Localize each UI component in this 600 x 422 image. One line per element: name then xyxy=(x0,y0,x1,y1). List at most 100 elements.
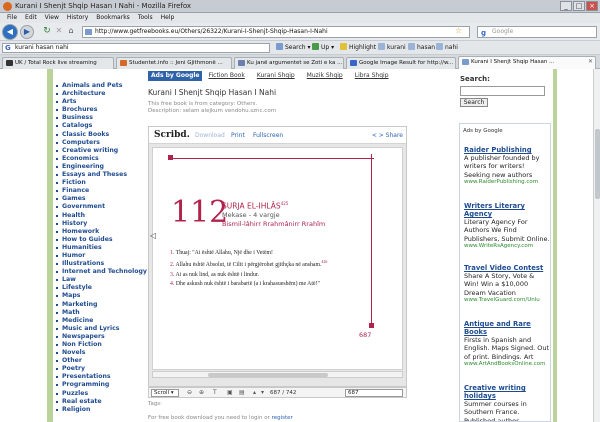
zoom-in-icon[interactable]: ⊕ xyxy=(199,389,204,396)
category-link[interactable]: Illustrations xyxy=(55,260,145,268)
category-link[interactable]: Games xyxy=(55,195,145,203)
view-mode-select[interactable]: Scroll ▾ xyxy=(151,389,179,397)
page-vertical-scrollbar[interactable] xyxy=(593,69,600,422)
category-link[interactable]: Programming xyxy=(55,381,145,389)
browser-search-input[interactable]: g Google xyxy=(477,26,597,38)
print-link[interactable]: Print xyxy=(231,132,245,139)
forward-button[interactable]: ▶ xyxy=(20,25,34,39)
page-up-icon[interactable]: ▴ xyxy=(253,389,256,396)
category-link[interactable]: Internet and Technology xyxy=(55,268,147,276)
menu-file[interactable]: File xyxy=(3,13,21,23)
category-link[interactable]: Other xyxy=(55,357,145,365)
sidebar-search-input[interactable] xyxy=(460,86,545,96)
ad-title[interactable]: Writers Literary Agency xyxy=(464,202,550,218)
link-kurani-shqip[interactable]: Kurani Shqip xyxy=(251,71,301,81)
category-link[interactable]: Homework xyxy=(55,228,145,236)
zoom-out-icon[interactable]: ⊖ xyxy=(187,389,192,396)
toolbar-search-button[interactable]: Search ▾ xyxy=(276,43,311,53)
viewer-horizontal-scrollbar[interactable] xyxy=(152,371,403,378)
category-link[interactable]: Marketing xyxy=(55,301,145,309)
category-link[interactable]: Brochures xyxy=(55,106,145,114)
ad-title[interactable]: Antique and Rare Books xyxy=(464,320,550,336)
category-link[interactable]: Business xyxy=(55,114,145,122)
fullscreen-link[interactable]: Fullscreen xyxy=(253,132,283,139)
category-link[interactable]: Finance xyxy=(55,187,145,195)
minimize-button[interactable]: _ xyxy=(560,1,572,11)
link-fiction-book[interactable]: Fiction Book xyxy=(202,71,250,81)
category-link[interactable]: Creative writing xyxy=(55,147,145,155)
category-link[interactable]: Government xyxy=(55,203,145,211)
page-down-icon[interactable]: ▾ xyxy=(261,389,264,396)
category-link[interactable]: Architecture xyxy=(55,90,145,98)
category-link[interactable]: History xyxy=(55,220,145,228)
category-link[interactable]: Fiction xyxy=(55,179,145,187)
ads-by-google-label[interactable]: Ads by Google xyxy=(148,71,203,81)
category-link[interactable]: Essays and Theses xyxy=(55,171,145,179)
menu-help[interactable]: Help xyxy=(157,13,179,23)
category-link[interactable]: Real estate xyxy=(55,398,145,406)
tab-close-icon[interactable]: ✕ xyxy=(588,57,593,67)
toolbar-search-input[interactable]: G kurani hasan nahi xyxy=(2,43,270,53)
share-link[interactable]: < > Share xyxy=(372,132,403,139)
sidebar-search-button[interactable]: Search xyxy=(460,98,488,107)
category-link[interactable]: Music and Lyrics xyxy=(55,325,145,333)
category-link[interactable]: Animals and Pets xyxy=(55,82,145,90)
category-link[interactable]: Maps xyxy=(55,292,145,300)
category-link[interactable]: Humanities xyxy=(55,244,145,252)
category-link[interactable]: Non Fiction xyxy=(55,341,145,349)
category-link[interactable]: Presentations xyxy=(55,373,145,381)
tab-google-image[interactable]: Google Image Result for http://w... xyxy=(346,57,456,69)
fit-page-icon[interactable]: ▣ xyxy=(227,389,233,396)
category-link[interactable]: Classic Books xyxy=(55,131,145,139)
ads-by-google[interactable]: Ads by Google xyxy=(463,128,503,134)
up-button[interactable]: Up ▾ xyxy=(312,43,334,53)
word-find-kurani[interactable]: kurani xyxy=(378,43,406,53)
ad-url[interactable]: www.RaiderPublishing.com xyxy=(464,179,550,186)
scrollbar-thumb[interactable] xyxy=(595,129,600,199)
page-jump-input[interactable]: 687 xyxy=(345,389,403,397)
category-link[interactable]: Poetry xyxy=(55,365,145,373)
menu-history[interactable]: History xyxy=(63,13,92,23)
highlight-button[interactable]: Highlight xyxy=(340,43,376,53)
ad-item[interactable]: Travel Video Contest Share A Story, Vote… xyxy=(464,264,550,304)
ad-title[interactable]: Raider Publishing xyxy=(464,146,550,154)
category-link[interactable]: Economics xyxy=(55,155,145,163)
ad-title[interactable]: Travel Video Contest xyxy=(464,264,550,272)
ad-url[interactable]: www.ArtAndBooksOnline.com xyxy=(464,361,550,368)
category-link[interactable]: Health xyxy=(55,212,145,220)
scrollbar-thumb[interactable] xyxy=(208,373,328,377)
text-mode-icon[interactable]: T xyxy=(213,389,217,396)
ad-url[interactable]: www.WriteRsAgency.com xyxy=(464,243,550,250)
link-muzik-shqip[interactable]: Muzik Shqip xyxy=(301,71,349,81)
category-link[interactable]: Math xyxy=(55,309,145,317)
menu-bookmarks[interactable]: Bookmarks xyxy=(92,13,134,23)
viewer-left-arrow-icon[interactable]: ◁ xyxy=(150,231,156,240)
word-find-hasan[interactable]: hasan xyxy=(408,43,435,53)
ad-url[interactable]: www.TravelGuard.com/Unlu xyxy=(464,297,550,304)
category-link[interactable]: Medicine xyxy=(55,317,145,325)
tab-studentet[interactable]: Studentet.info :: Jeni Gjithmonë ... xyxy=(116,57,232,69)
ad-item[interactable]: Antique and Rare Books Firsts in Spanish… xyxy=(464,320,550,368)
link-libra-shqip[interactable]: Libra Shqip xyxy=(349,71,395,81)
ad-item[interactable]: Creative writing holidays Summer courses… xyxy=(464,384,550,421)
ad-item[interactable]: Raider Publishing A publisher founded by… xyxy=(464,146,550,186)
category-link[interactable]: Puzzles xyxy=(55,390,145,398)
download-link[interactable]: Download xyxy=(195,132,225,139)
category-link[interactable]: Religion xyxy=(55,406,145,414)
category-link[interactable]: Law xyxy=(55,276,145,284)
category-link[interactable]: Humor xyxy=(55,252,145,260)
maximize-button[interactable]: □ xyxy=(573,1,585,11)
tab-total-rock[interactable]: UK / Total Rock live streaming xyxy=(2,57,114,69)
address-bar[interactable]: http://www.getfreebooks.eu/Others/26322/… xyxy=(82,26,470,38)
fit-width-icon[interactable]: ▤ xyxy=(239,389,245,396)
category-link[interactable]: Novels xyxy=(55,349,145,357)
scribd-logo[interactable]: Scribd. xyxy=(154,130,190,140)
back-button[interactable]: ◀ xyxy=(2,24,18,40)
category-link[interactable]: How to Guides xyxy=(55,236,145,244)
category-link[interactable]: Computers xyxy=(55,139,145,147)
category-link[interactable]: Engineering xyxy=(55,163,145,171)
bookmark-star-icon[interactable]: ☆ xyxy=(455,26,462,35)
ad-item[interactable]: Writers Literary Agency Literary Agency … xyxy=(464,202,550,250)
ad-title[interactable]: Creative writing holidays xyxy=(464,384,550,400)
home-icon[interactable]: ⌂ xyxy=(64,25,78,39)
